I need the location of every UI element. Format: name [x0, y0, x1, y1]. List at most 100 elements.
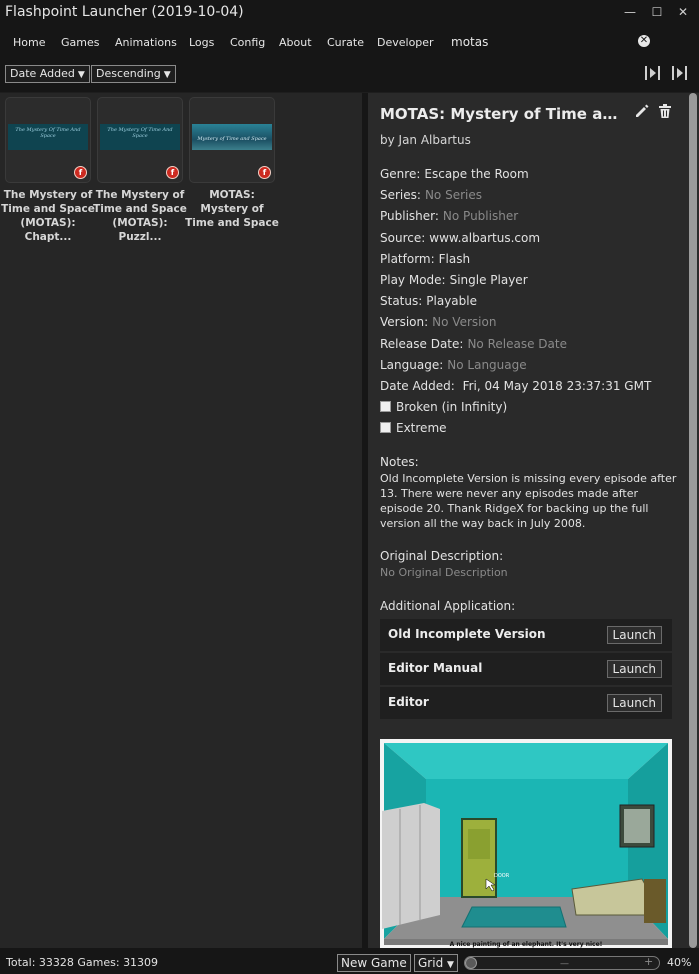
additional-app-name: Editor — [388, 695, 429, 709]
field-status: Status: Playable — [380, 294, 477, 308]
view-mode-select[interactable]: Grid ▼ — [414, 954, 458, 972]
additional-app-row: Editor Launch — [380, 687, 672, 719]
new-game-button[interactable]: New Game — [337, 954, 411, 972]
checkbox-label: Extreme — [396, 421, 447, 435]
field-label: Release Date: — [380, 337, 464, 351]
field-label: Platform: — [380, 252, 435, 266]
game-thumbnail: The Mystery Of Time And Space f — [97, 97, 183, 183]
field-value: No Series — [424, 188, 482, 202]
screenshot-caption: A nice painting of an elephant. It's ver… — [450, 941, 603, 948]
launch-button[interactable]: Launch — [606, 660, 662, 678]
additional-app-name: Old Incomplete Version — [388, 627, 546, 641]
sort-field-value: Date Added — [10, 67, 75, 80]
additional-app-row: Old Incomplete Version Launch — [380, 619, 672, 651]
field-source: Source: www.albartus.com — [380, 231, 540, 245]
launch-button[interactable]: Launch — [606, 694, 662, 712]
menu-games[interactable]: Games — [61, 36, 99, 49]
room-scene-image: DOOR A nice painting of an elephant. It'… — [380, 739, 672, 948]
checkbox-label: Broken (in Infinity) — [396, 400, 508, 414]
field-date-added: Date Added: Fri, 04 May 2018 23:37:31 GM… — [380, 379, 651, 393]
menu-home[interactable]: Home — [13, 36, 45, 49]
menu-bar: Home Games Animations Logs Config About … — [0, 26, 699, 60]
game-thumbnail: The Mystery Of Time And Space f — [5, 97, 91, 183]
field-genre: Genre: Escape the Room — [380, 167, 529, 181]
chevron-down-icon: ▼ — [163, 70, 171, 80]
trash-icon[interactable] — [657, 103, 673, 119]
game-details-title: MOTAS: Mystery of Time and S... — [380, 105, 628, 123]
launch-button[interactable]: Launch — [606, 626, 662, 644]
menu-developer[interactable]: Developer — [377, 36, 434, 49]
field-value: No Release Date — [467, 337, 567, 351]
field-label: Genre: — [380, 167, 421, 181]
field-label: Source: — [380, 231, 426, 245]
sort-order-value: Descending — [96, 67, 161, 80]
game-grid: The Mystery Of Time And Space f The Myst… — [0, 93, 362, 948]
game-count-stats: Total: 33328 Games: 31309 — [6, 956, 159, 969]
additional-app-row: Editor Manual Launch — [380, 653, 672, 685]
additional-application-label: Additional Application: — [380, 599, 516, 613]
field-value[interactable]: Playable — [426, 294, 477, 308]
broken-checkbox[interactable] — [380, 401, 391, 412]
extreme-checkbox-row[interactable]: Extreme — [380, 421, 447, 435]
sort-order-select[interactable]: Descending ▼ — [91, 65, 176, 83]
menu-config[interactable]: Config — [230, 36, 265, 49]
field-label: Language: — [380, 358, 444, 372]
field-label: Publisher: — [380, 209, 439, 223]
edit-icon[interactable] — [634, 103, 650, 119]
field-value[interactable]: www.albartus.com — [429, 231, 540, 245]
game-screenshot[interactable]: DOOR A nice painting of an elephant. It'… — [380, 739, 672, 948]
thumbnail-banner-text: The Mystery Of Time And Space — [107, 127, 173, 139]
menu-about[interactable]: About — [279, 36, 312, 49]
field-value: Fri, 04 May 2018 23:37:31 GMT — [458, 379, 652, 393]
search-input[interactable]: motas — [451, 35, 488, 49]
game-title: MOTAS: Mystery of Time and Space — [185, 189, 279, 229]
field-value[interactable]: Escape the Room — [424, 167, 528, 181]
field-release-date: Release Date: No Release Date — [380, 337, 567, 351]
field-label: Series: — [380, 188, 421, 202]
toggle-right-sidebar-icon[interactable] — [671, 64, 691, 82]
flash-platform-icon: f — [166, 166, 179, 179]
title-bar: Flashpoint Launcher (2019-10-04) — ☐ ✕ — [0, 0, 699, 26]
menu-animations[interactable]: Animations — [115, 36, 177, 49]
maximize-button[interactable]: ☐ — [646, 2, 668, 22]
field-version: Version: No Version — [380, 315, 496, 329]
field-language: Language: No Language — [380, 358, 527, 372]
original-description-label: Original Description: — [380, 549, 504, 563]
field-platform: Platform: Flash — [380, 252, 470, 266]
game-thumbnail: Mystery of Time and Space f — [189, 97, 275, 183]
close-button[interactable]: ✕ — [672, 2, 694, 22]
toggle-left-sidebar-icon[interactable] — [644, 64, 664, 82]
thumbnail-banner-text: The Mystery Of Time And Space — [15, 127, 81, 139]
sort-field-select[interactable]: Date Added ▼ — [5, 65, 90, 83]
game-author: by Jan Albartus — [380, 133, 471, 147]
field-label: Play Mode: — [380, 273, 446, 287]
game-title: The Mystery of Time and Space (MOTAS): P… — [93, 189, 187, 243]
original-description-text: No Original Description — [380, 566, 508, 579]
additional-app-name: Editor Manual — [388, 661, 483, 675]
field-series: Series: No Series — [380, 188, 482, 202]
flash-platform-icon: f — [74, 166, 87, 179]
broken-checkbox-row[interactable]: Broken (in Infinity) — [380, 400, 507, 414]
chevron-down-icon: ▼ — [447, 960, 454, 970]
minimize-button[interactable]: — — [619, 2, 641, 22]
details-scrollbar[interactable] — [687, 93, 699, 948]
zoom-out-icon[interactable]: — — [560, 959, 569, 969]
field-label: Version: — [380, 315, 429, 329]
zoom-slider-handle[interactable] — [465, 957, 477, 969]
extreme-checkbox[interactable] — [380, 422, 391, 433]
field-value[interactable]: Flash — [439, 252, 470, 266]
menu-logs[interactable]: Logs — [189, 36, 214, 49]
notes-text: Old Incomplete Version is missing every … — [380, 472, 677, 530]
zoom-percentage: 40% — [667, 956, 692, 969]
clear-search-icon[interactable]: ✕ — [638, 35, 650, 47]
view-mode-value: Grid — [418, 956, 444, 970]
window-title: Flashpoint Launcher (2019-10-04) — [5, 4, 244, 20]
field-value[interactable]: Single Player — [450, 273, 528, 287]
zoom-in-icon[interactable]: + — [644, 955, 653, 968]
sort-toolbar: Date Added ▼ Descending ▼ — [0, 60, 699, 92]
door-label: DOOR — [494, 873, 510, 879]
details-scrollbar-thumb[interactable] — [689, 93, 697, 948]
field-publisher: Publisher: No Publisher — [380, 209, 518, 223]
menu-curate[interactable]: Curate — [327, 36, 364, 49]
game-title: The Mystery of Time and Space (MOTAS): C… — [1, 189, 95, 243]
